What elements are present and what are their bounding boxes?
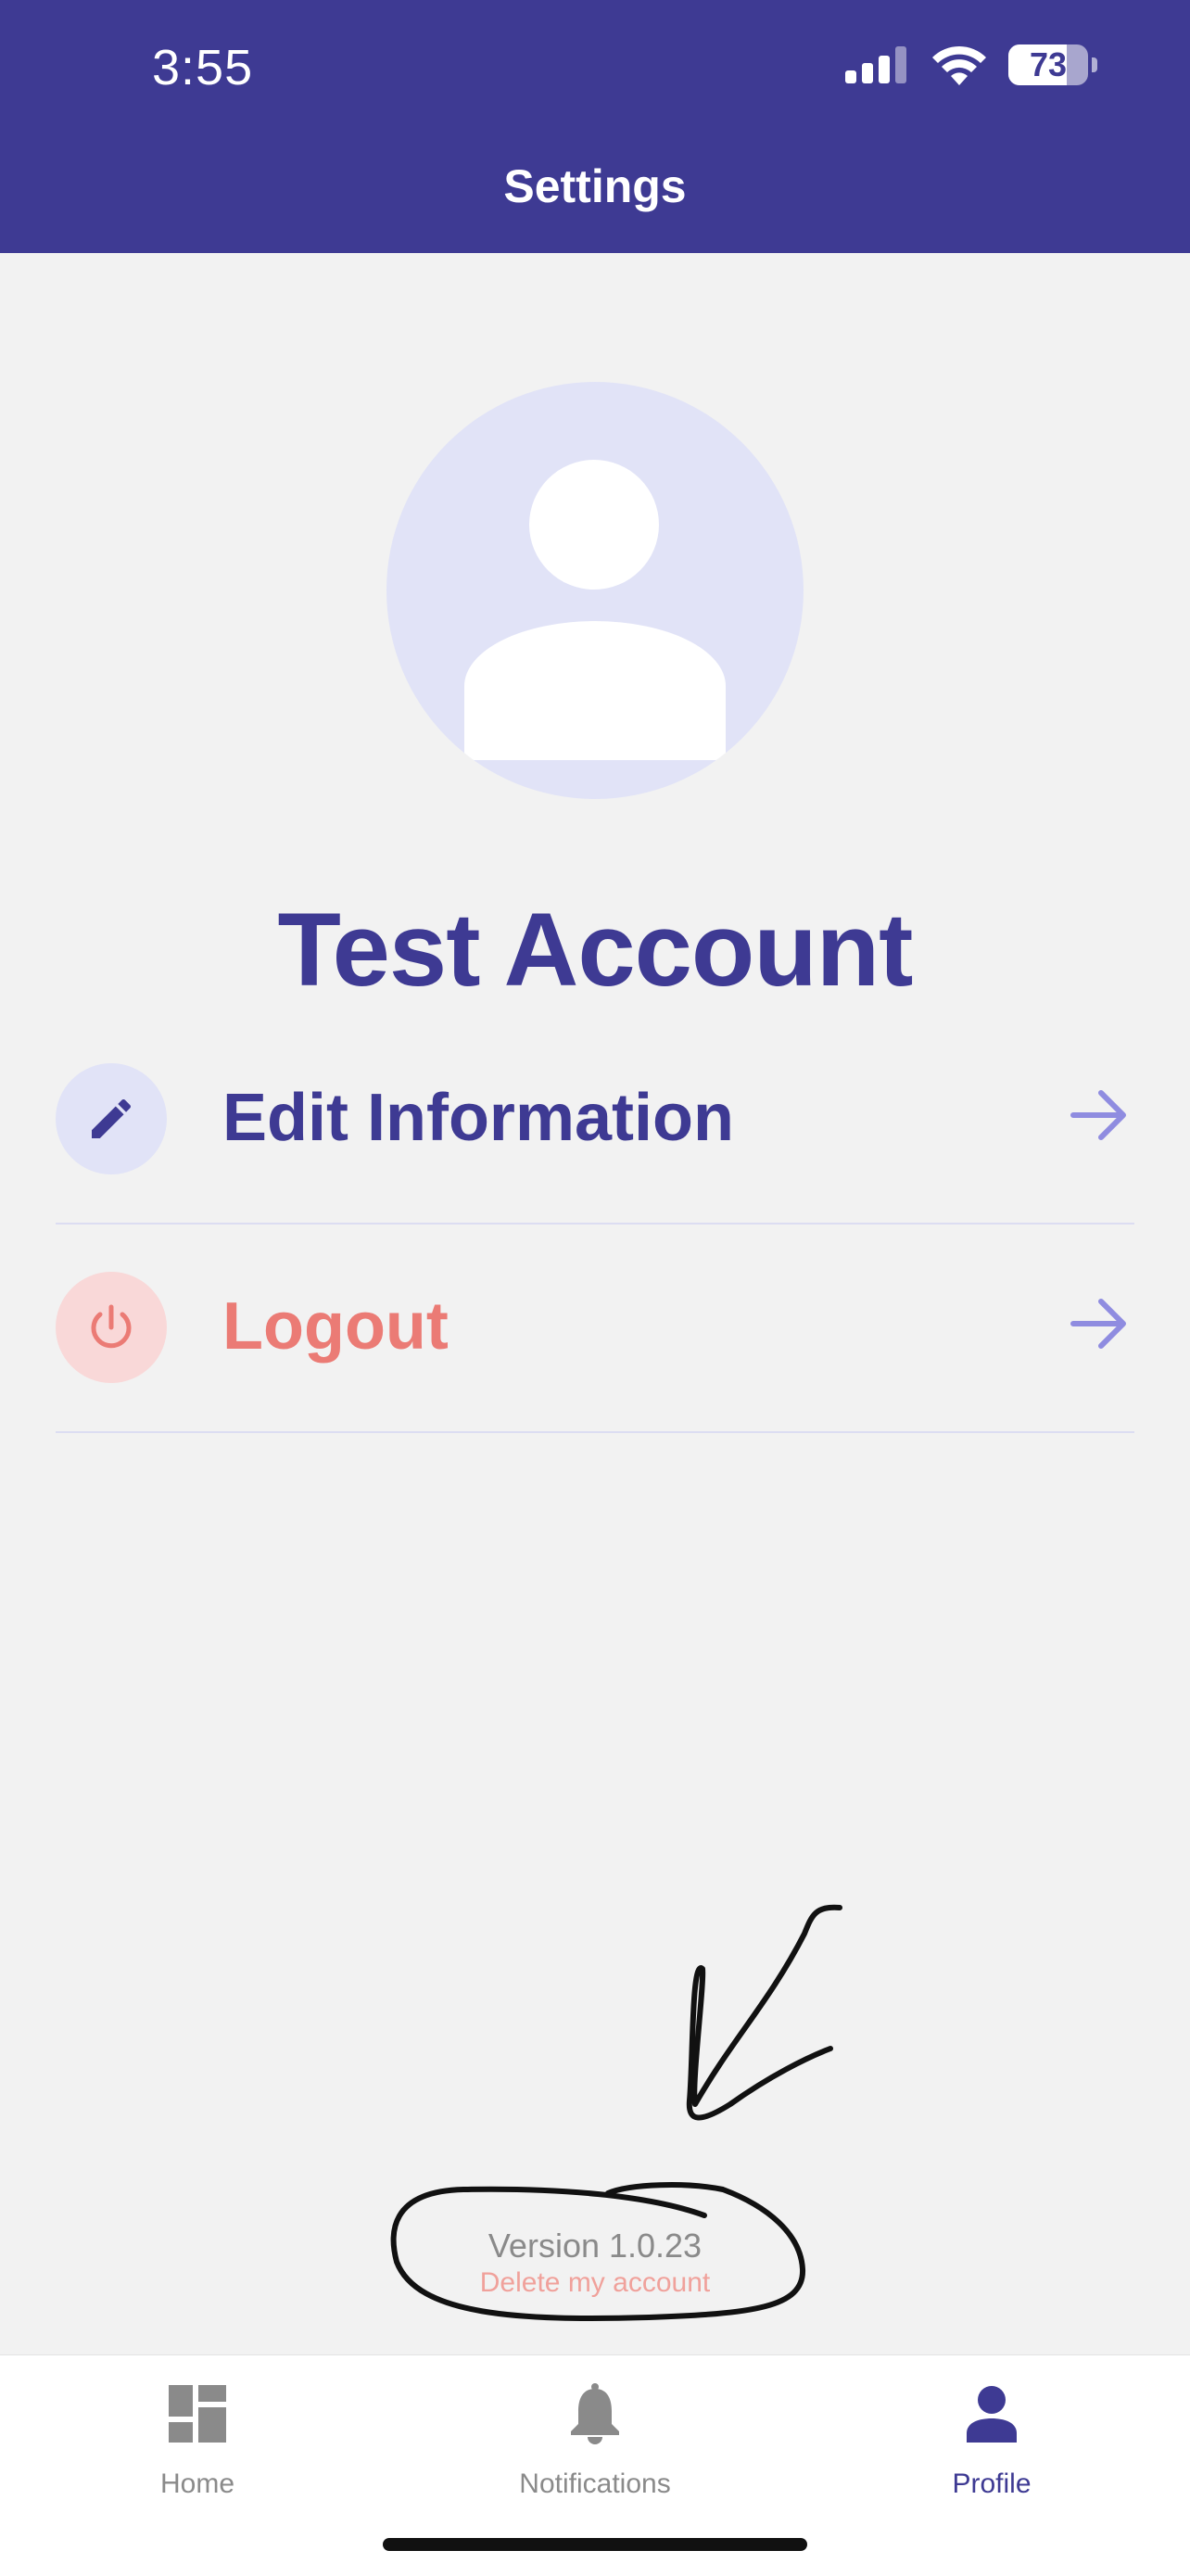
arrow-right-icon xyxy=(1070,1090,1126,1140)
top-bar: 3:55 73 Settings xyxy=(0,0,1190,253)
arrow-right-icon xyxy=(1070,1299,1126,1349)
logout-icon-circle xyxy=(56,1272,167,1383)
tab-home-label: Home xyxy=(159,2468,235,2499)
wifi-icon xyxy=(932,45,986,85)
version-text: Version 1.0.23 xyxy=(487,2227,703,2265)
logout-label: Logout xyxy=(222,1289,449,1364)
tab-home[interactable]: Home xyxy=(58,2374,336,2500)
battery-tip xyxy=(1092,57,1097,72)
cellular-signal-icon xyxy=(845,46,906,83)
edit-information-label: Edit Information xyxy=(222,1081,734,1155)
battery-percentage: 73 xyxy=(1029,45,1068,83)
status-time: 3:55 xyxy=(152,40,254,95)
logout-button[interactable]: Logout xyxy=(56,1224,1134,1433)
delete-account-link[interactable]: Delete my account xyxy=(0,2267,1190,2299)
person-icon-head xyxy=(529,460,659,590)
pencil-icon xyxy=(92,1098,132,1138)
edit-information-button[interactable]: Edit Information xyxy=(56,1015,1134,1225)
account-name: Test Account xyxy=(277,892,914,1008)
person-icon-body xyxy=(464,621,726,760)
tab-profile[interactable]: Profile xyxy=(853,2374,1131,2500)
page-title: Settings xyxy=(503,160,687,212)
dashboard-icon xyxy=(169,2385,226,2443)
avatar xyxy=(386,382,804,799)
tab-notifications[interactable]: Notifications xyxy=(456,2374,734,2500)
status-icons: 73 xyxy=(845,44,1097,85)
person-icon xyxy=(967,2386,1017,2443)
edit-icon-circle xyxy=(56,1063,167,1174)
battery-icon: 73 xyxy=(1008,44,1088,85)
tab-notifications-label: Notifications xyxy=(519,2468,671,2499)
bell-icon xyxy=(571,2383,619,2444)
tab-profile-label: Profile xyxy=(952,2468,1032,2499)
home-indicator xyxy=(383,2538,807,2551)
power-icon xyxy=(91,1304,132,1349)
